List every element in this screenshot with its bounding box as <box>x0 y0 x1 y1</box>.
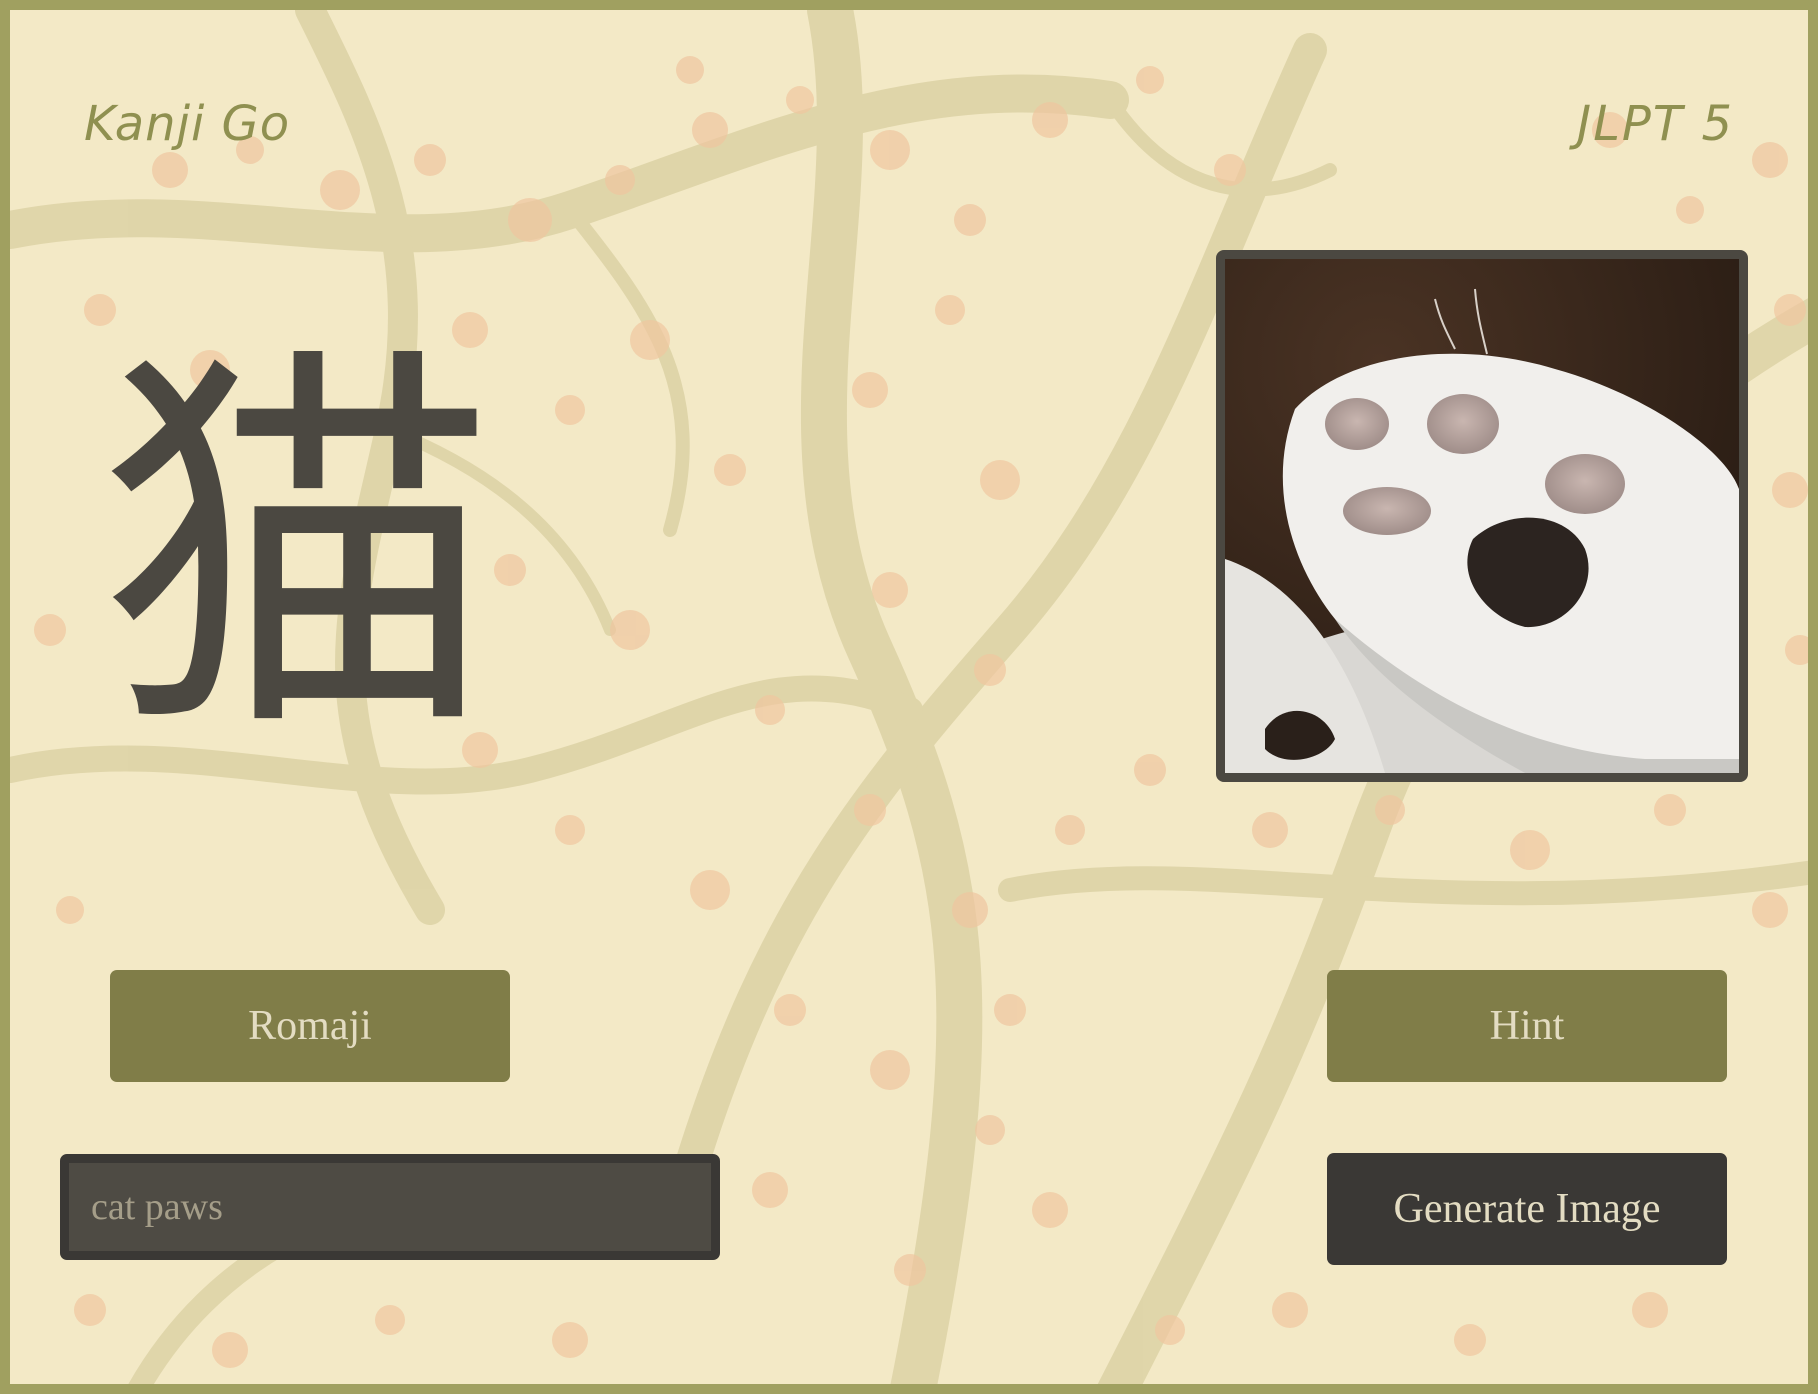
romaji-button[interactable]: Romaji <box>110 970 510 1082</box>
kanji-character: 猫 <box>98 317 498 782</box>
image-prompt-input[interactable] <box>60 1154 720 1260</box>
generated-image <box>1216 250 1748 782</box>
jlpt-level-label: JLPT 5 <box>1577 96 1734 152</box>
app-frame: Kanji Go JLPT 5 猫 Romaji Hint cat paws G… <box>0 0 1818 1394</box>
hint-button[interactable]: Hint <box>1327 970 1727 1082</box>
app-title: Kanji Go <box>84 96 291 152</box>
generate-image-button[interactable]: Generate Image <box>1327 1153 1727 1265</box>
cat-paw-photo-icon <box>1225 259 1739 773</box>
